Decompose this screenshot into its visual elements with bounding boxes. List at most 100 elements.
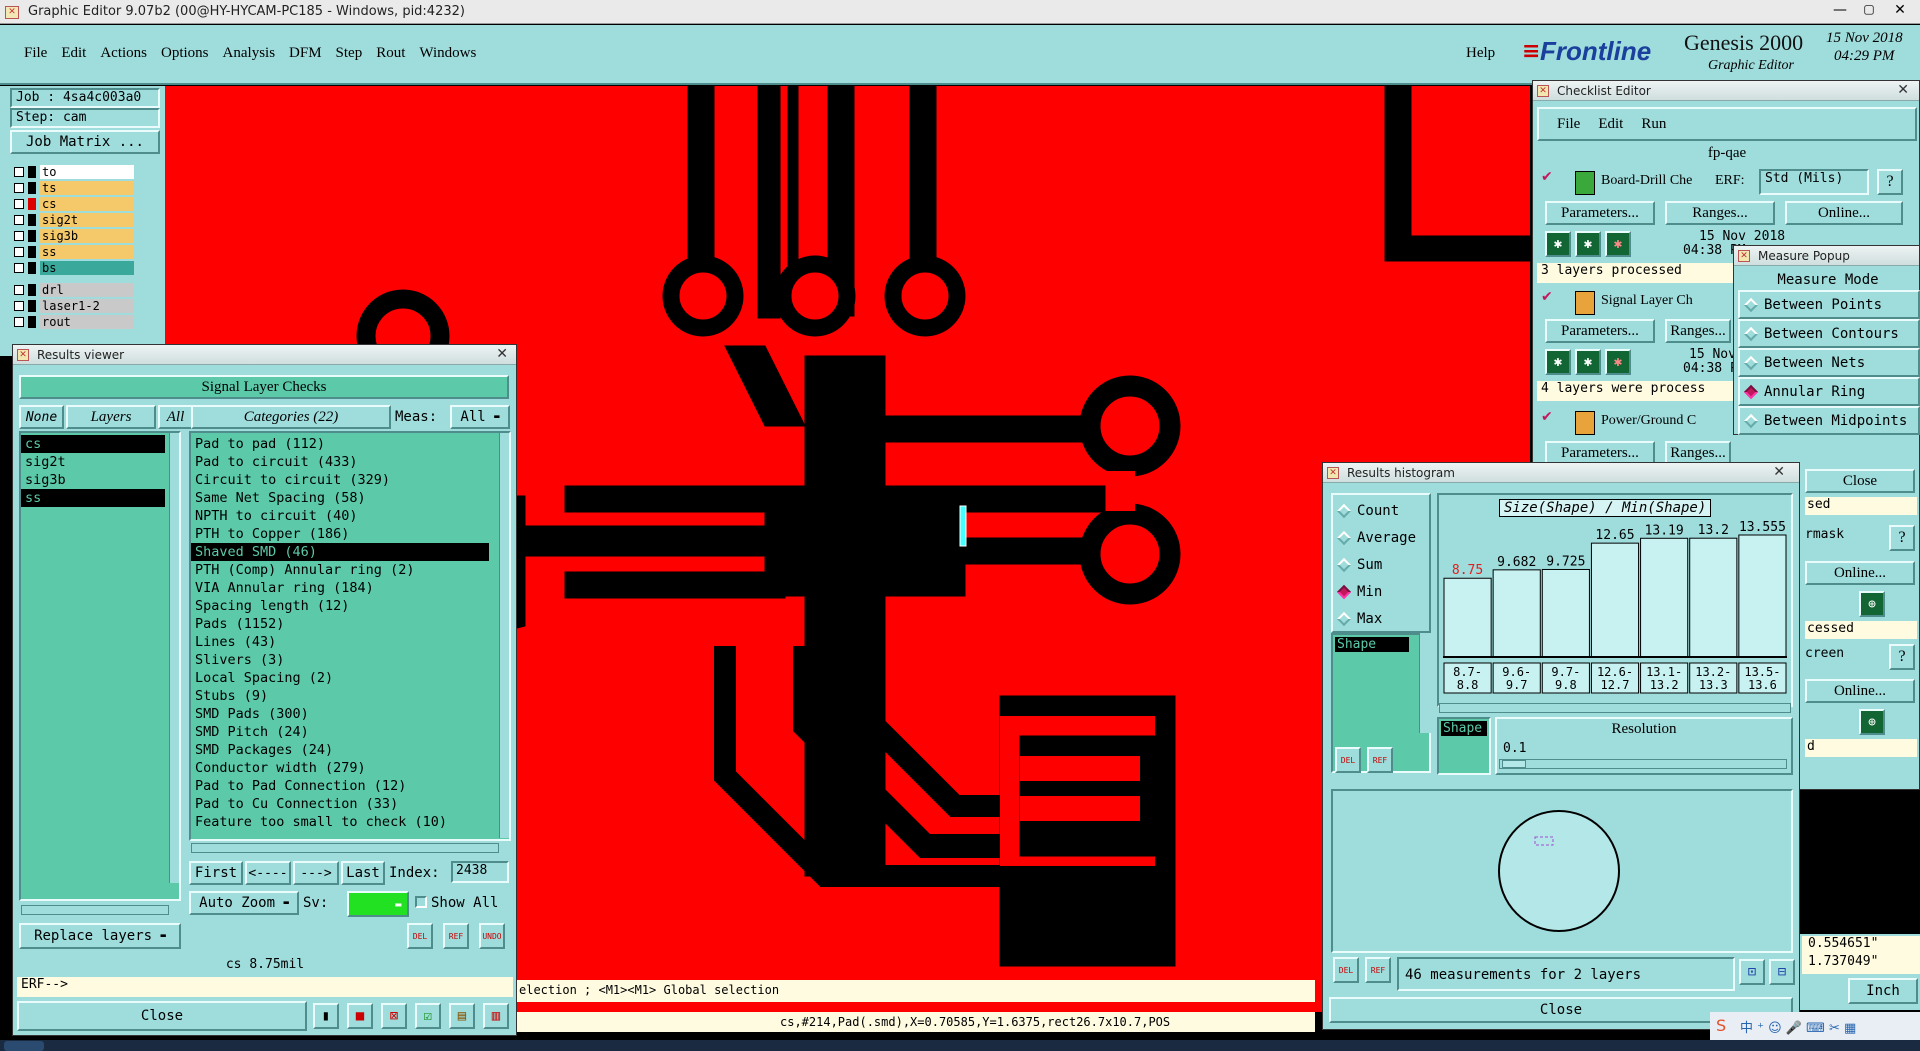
run-icon[interactable]: ✱ bbox=[1575, 349, 1601, 375]
categories-button[interactable]: Categories (22) bbox=[191, 405, 391, 429]
measure-mode-option[interactable]: Between Contours bbox=[1738, 319, 1920, 348]
category-item[interactable]: VIA Annular ring (184) bbox=[191, 579, 489, 597]
menu-windows[interactable]: Windows bbox=[412, 45, 483, 62]
check-1-ranges-button[interactable]: Ranges... bbox=[1665, 201, 1775, 225]
measure-mode-option[interactable]: Between Points bbox=[1738, 290, 1920, 319]
chart-icon[interactable]: ▮ bbox=[313, 1003, 339, 1029]
category-item[interactable]: Shaved SMD (46) bbox=[191, 543, 489, 561]
run-icon[interactable]: ✱ bbox=[1545, 231, 1571, 257]
job-layer-row[interactable]: to bbox=[14, 164, 134, 180]
help-button[interactable]: ? bbox=[1889, 644, 1915, 670]
check-2-ranges-button[interactable]: Ranges... bbox=[1665, 319, 1731, 343]
menu-file[interactable]: File bbox=[10, 45, 54, 62]
menu-edit[interactable]: Edit bbox=[54, 45, 93, 62]
category-item[interactable]: Feature too small to check (10) bbox=[191, 813, 489, 831]
menu-actions[interactable]: Actions bbox=[93, 45, 154, 62]
job-matrix-button[interactable]: Job Matrix ... bbox=[10, 130, 160, 154]
menu-help[interactable]: Help bbox=[1466, 45, 1495, 62]
layers-all-button[interactable]: All bbox=[158, 405, 193, 429]
job-layer-row[interactable]: ss bbox=[14, 244, 134, 260]
category-item[interactable]: SMD Packages (24) bbox=[191, 741, 489, 759]
aggregate-option[interactable]: Average bbox=[1333, 524, 1429, 551]
maximize-button[interactable]: ▢ bbox=[1856, 2, 1882, 20]
units-select[interactable]: Inch bbox=[1848, 978, 1918, 1004]
histogram-bar[interactable] bbox=[1640, 537, 1689, 658]
menu-dfm[interactable]: DFM bbox=[282, 45, 329, 62]
job-layer-row[interactable]: cs bbox=[14, 196, 134, 212]
results-layer-item[interactable]: sig2t bbox=[21, 453, 165, 471]
job-layer-row[interactable]: sig2t bbox=[14, 212, 134, 228]
ime-icon[interactable]: S bbox=[1716, 1016, 1726, 1035]
results-layer-item[interactable]: sig3b bbox=[21, 471, 165, 489]
check-2-enabled-icon[interactable]: ✔ bbox=[1541, 289, 1553, 305]
layer-checkbox[interactable] bbox=[14, 183, 24, 193]
check-3-enabled-icon[interactable]: ✔ bbox=[1541, 409, 1553, 425]
erf-value-input[interactable]: Std (Mils) bbox=[1759, 169, 1869, 195]
auto-zoom-select[interactable]: Auto Zoom ▬ bbox=[189, 891, 299, 915]
category-item[interactable]: Slivers (3) bbox=[191, 651, 489, 669]
close-window-button[interactable]: ✕ bbox=[1885, 2, 1915, 20]
category-item[interactable]: Conductor width (279) bbox=[191, 759, 489, 777]
attribute-item-shape[interactable]: Shape bbox=[1335, 637, 1409, 652]
aggregate-option[interactable]: Min bbox=[1333, 578, 1429, 605]
category-item[interactable]: NPTH to circuit (40) bbox=[191, 507, 489, 525]
job-layer-row[interactable]: laser1-2 bbox=[14, 298, 134, 314]
zoom-icon[interactable]: ⊕ bbox=[1859, 591, 1885, 617]
category-item[interactable]: Circuit to circuit (329) bbox=[191, 471, 489, 489]
checklist-close-button[interactable]: Close bbox=[1805, 469, 1915, 493]
job-layer-row[interactable]: rout bbox=[14, 314, 134, 330]
aggregate-option[interactable]: Max bbox=[1333, 605, 1429, 632]
menu-rout[interactable]: Rout bbox=[369, 45, 412, 62]
check-1-parameters-button[interactable]: Parameters... bbox=[1545, 201, 1655, 225]
help-button[interactable]: ? bbox=[1889, 525, 1915, 551]
aggregate-option[interactable]: Sum bbox=[1333, 551, 1429, 578]
layer-checkbox[interactable] bbox=[14, 199, 24, 209]
shape-selector[interactable]: Shape bbox=[1437, 717, 1491, 775]
check-1-online-button[interactable]: Online... bbox=[1785, 201, 1903, 225]
next-button[interactable]: ---> bbox=[293, 861, 339, 885]
run-icon[interactable]: ✱ bbox=[1575, 231, 1601, 257]
layer-checkbox[interactable] bbox=[14, 231, 24, 241]
category-item[interactable]: SMD Pads (300) bbox=[191, 705, 489, 723]
histogram-bar[interactable] bbox=[1492, 569, 1541, 658]
last-button[interactable]: Last bbox=[341, 861, 385, 885]
minimize-button[interactable]: — bbox=[1827, 2, 1853, 20]
category-item[interactable]: PTH to Copper (186) bbox=[191, 525, 489, 543]
meas-select[interactable]: All ▬ bbox=[450, 405, 510, 429]
job-layer-row[interactable]: sig3b bbox=[14, 228, 134, 244]
layer-checkbox[interactable] bbox=[14, 263, 24, 273]
hist-del-button[interactable]: DEL bbox=[1335, 747, 1361, 773]
results-layer-item[interactable]: cs bbox=[21, 435, 165, 453]
hist-ref-button[interactable]: REF bbox=[1367, 747, 1393, 773]
category-item[interactable]: Local Spacing (2) bbox=[191, 669, 489, 687]
job-layer-row[interactable]: bs bbox=[14, 260, 134, 276]
start-button[interactable] bbox=[4, 1041, 44, 1051]
layer-checkbox[interactable] bbox=[14, 215, 24, 225]
resolution-slider-thumb[interactable] bbox=[1502, 760, 1526, 768]
histogram-bar[interactable] bbox=[1443, 577, 1492, 658]
online-button[interactable]: Online... bbox=[1805, 679, 1915, 703]
histogram-bar[interactable] bbox=[1590, 542, 1640, 658]
ref-button[interactable]: REF bbox=[443, 923, 469, 949]
category-item[interactable]: Pads (1152) bbox=[191, 615, 489, 633]
layer-checkbox[interactable] bbox=[14, 247, 24, 257]
run-icon[interactable]: ✱ bbox=[1605, 231, 1631, 257]
check-2-parameters-button[interactable]: Parameters... bbox=[1545, 319, 1655, 343]
histogram-close-icon[interactable]: ✕ bbox=[1773, 464, 1785, 480]
category-item[interactable]: Same Net Spacing (58) bbox=[191, 489, 489, 507]
categories-hscroll[interactable] bbox=[191, 843, 499, 853]
preview-del-button[interactable]: DEL bbox=[1333, 957, 1359, 983]
prev-button[interactable]: <---- bbox=[245, 861, 291, 885]
aggregate-option[interactable]: Count bbox=[1333, 497, 1429, 524]
replace-layers-select[interactable]: Replace layers ▬ bbox=[19, 923, 181, 949]
category-item[interactable]: SMD Pitch (24) bbox=[191, 723, 489, 741]
results-viewer-close-button[interactable]: Close bbox=[17, 1001, 307, 1031]
attribute-scrollbar[interactable] bbox=[1419, 633, 1431, 733]
menu-analysis[interactable]: Analysis bbox=[216, 45, 283, 62]
category-item[interactable]: Stubs (9) bbox=[191, 687, 489, 705]
first-button[interactable]: First bbox=[189, 861, 243, 885]
category-item[interactable]: PTH (Comp) Annular ring (2) bbox=[191, 561, 489, 579]
layer-list-scrollbar[interactable] bbox=[169, 433, 179, 883]
help-button[interactable]: ? bbox=[1877, 169, 1903, 195]
layer-checkbox[interactable] bbox=[14, 285, 24, 295]
